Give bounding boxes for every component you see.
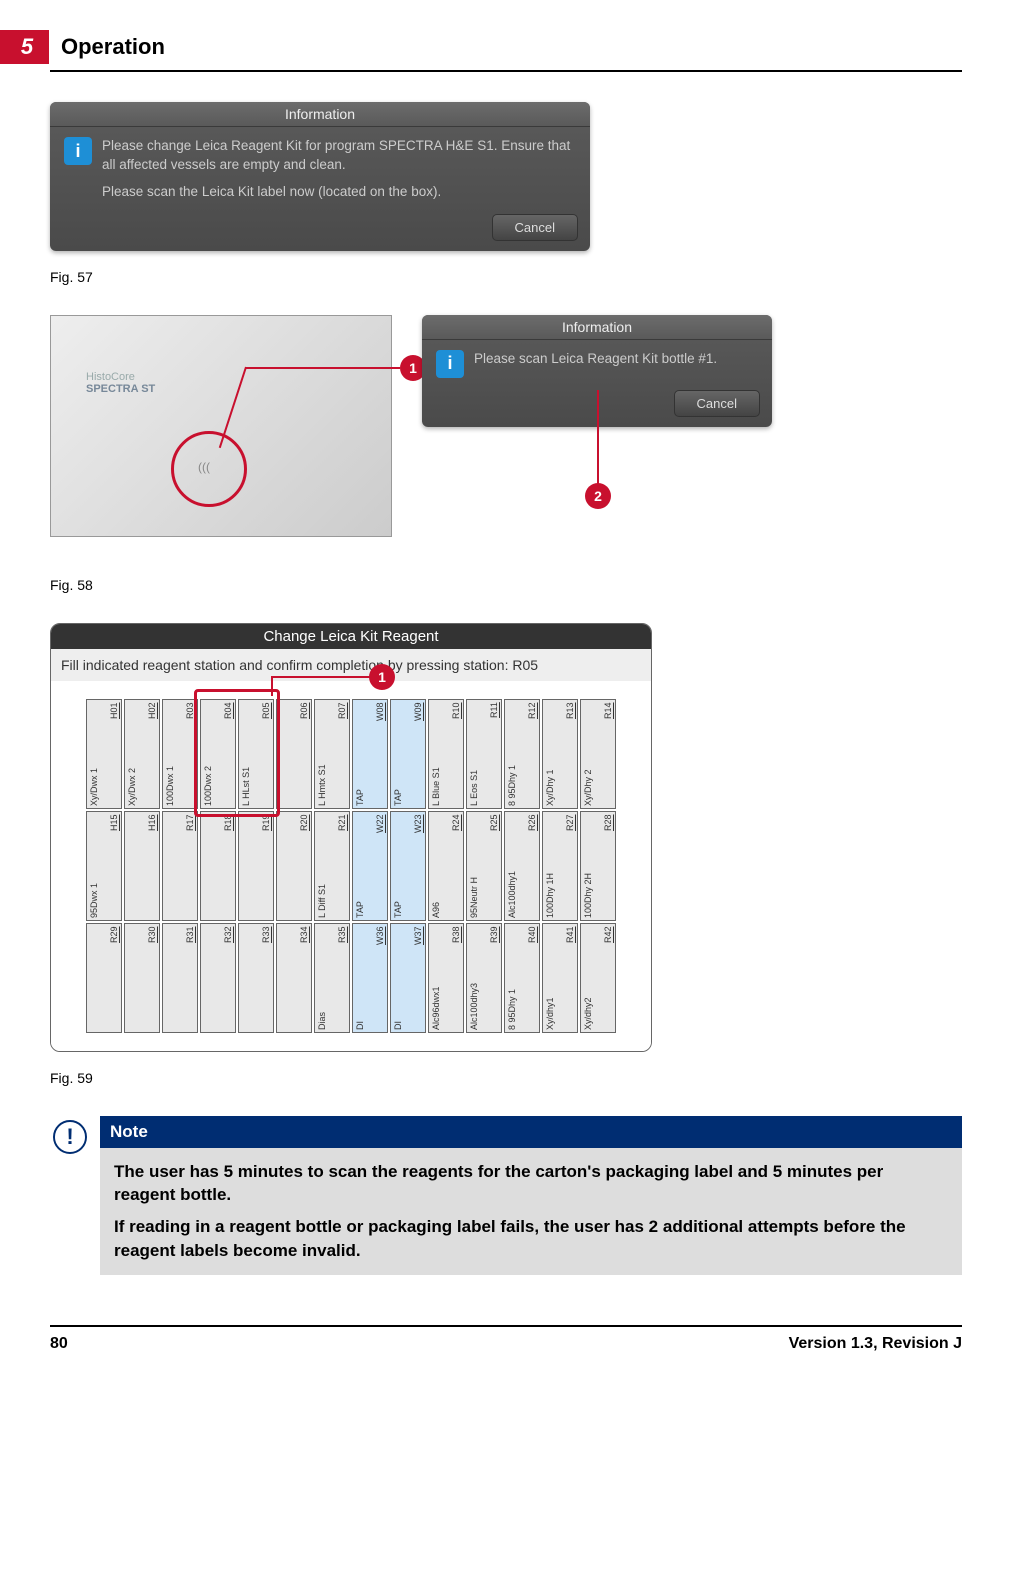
fig58-row: HistoCore SPECTRA ST ((( 1 Information i…: [50, 315, 962, 537]
station-R33[interactable]: R33: [238, 923, 274, 1033]
station-R27[interactable]: 100Dhy 1HR27: [542, 811, 578, 921]
note-body: The user has 5 minutes to scan the reage…: [100, 1148, 962, 1275]
station-grid: Xy/Dwx 1H0195Dwx 1H15R29Xy/Dwx 2H02H16R3…: [51, 681, 651, 1051]
device-brand-label: HistoCore SPECTRA ST: [86, 371, 155, 395]
station-H15[interactable]: 95Dwx 1H15: [86, 811, 122, 921]
station-W22[interactable]: TAPW22: [352, 811, 388, 921]
note-block: ! Note The user has 5 minutes to scan th…: [50, 1116, 962, 1275]
version-label: Version 1.3, Revision J: [789, 1335, 962, 1353]
fig57-caption: Fig. 57: [50, 269, 962, 285]
station-R30[interactable]: R30: [124, 923, 160, 1033]
station-R34[interactable]: R34: [276, 923, 312, 1033]
fig59-caption: Fig. 59: [50, 1070, 962, 1086]
info-icon: i: [64, 137, 92, 165]
page-footer: 80 Version 1.3, Revision J: [50, 1325, 962, 1353]
station-R26[interactable]: Alc100dhy1R26: [504, 811, 540, 921]
station-W08[interactable]: TAPW08: [352, 699, 388, 809]
fig57-dialog: Information i Please change Leica Reagen…: [50, 102, 590, 251]
dialog-text: Please scan Leica Reagent Kit bottle #1.: [474, 350, 717, 378]
note-icon: !: [53, 1120, 87, 1154]
leader-line-fig59: [271, 676, 371, 678]
station-R31[interactable]: R31: [162, 923, 198, 1033]
dialog-line2: Please scan the Leica Kit label now (loc…: [102, 183, 576, 202]
station-R17[interactable]: R17: [162, 811, 198, 921]
station-R14[interactable]: Xy/Dhy 2R14: [580, 699, 616, 809]
leader-line-1: [245, 367, 400, 369]
station-R35[interactable]: DiasR35: [314, 923, 350, 1033]
station-R38[interactable]: Alc96dwx1R38: [428, 923, 464, 1033]
cancel-button[interactable]: Cancel: [674, 390, 760, 417]
station-R18[interactable]: R18: [200, 811, 236, 921]
station-R03[interactable]: 100Dwx 1R03: [162, 699, 198, 809]
station-R32[interactable]: R32: [200, 923, 236, 1033]
note-p2: If reading in a reagent bottle or packag…: [114, 1215, 948, 1263]
station-R20[interactable]: R20: [276, 811, 312, 921]
station-R25[interactable]: 95Neutr HR25: [466, 811, 502, 921]
station-H02[interactable]: Xy/Dwx 2H02: [124, 699, 160, 809]
device-photo: HistoCore SPECTRA ST (((: [50, 315, 392, 537]
callout-badge-2: 2: [585, 483, 611, 509]
reagent-panel-title: Change Leica Kit Reagent: [51, 624, 651, 649]
station-R12[interactable]: 8 95Dhy 1R12: [504, 699, 540, 809]
station-R41[interactable]: Xy/dhy1R41: [542, 923, 578, 1033]
station-H01[interactable]: Xy/Dwx 1H01: [86, 699, 122, 809]
station-R29[interactable]: R29: [86, 923, 122, 1033]
page-header: 5 Operation: [50, 30, 962, 72]
rfid-scanner-circle: (((: [171, 431, 247, 507]
station-R10[interactable]: L Blue S1R10: [428, 699, 464, 809]
station-R21[interactable]: L Diff S1R21: [314, 811, 350, 921]
rfid-icon: (((: [198, 460, 210, 474]
chapter-title: Operation: [61, 34, 165, 60]
info-icon: i: [436, 350, 464, 378]
station-W37[interactable]: DIW37: [390, 923, 426, 1033]
dialog-title: Information: [50, 102, 590, 127]
callout-badge-fig59: 1: [369, 664, 395, 690]
reagent-panel: Change Leica Kit Reagent Fill indicated …: [50, 623, 652, 1052]
station-R05[interactable]: L HLst S1R05: [238, 699, 274, 809]
station-R28[interactable]: 100Dhy 2HR28: [580, 811, 616, 921]
note-p1: The user has 5 minutes to scan the reage…: [114, 1160, 948, 1208]
dialog-line1: Please change Leica Reagent Kit for prog…: [102, 137, 576, 175]
station-R39[interactable]: Alc100dhy3R39: [466, 923, 502, 1033]
station-H16[interactable]: H16: [124, 811, 160, 921]
station-W23[interactable]: TAPW23: [390, 811, 426, 921]
station-R42[interactable]: Xy/dhy2R42: [580, 923, 616, 1033]
cancel-button[interactable]: Cancel: [492, 214, 578, 241]
leader-line-2: [597, 390, 599, 485]
station-R24[interactable]: A96R24: [428, 811, 464, 921]
leader-line-fig59b: [271, 676, 273, 696]
dialog-text: Please change Leica Reagent Kit for prog…: [102, 137, 576, 202]
station-W09[interactable]: TAPW09: [390, 699, 426, 809]
station-R13[interactable]: Xy/Dhy 1R13: [542, 699, 578, 809]
station-R07[interactable]: L Hmtx S1R07: [314, 699, 350, 809]
station-R11[interactable]: L Eos S1R11: [466, 699, 502, 809]
page-number: 80: [50, 1335, 68, 1353]
station-W36[interactable]: DIW36: [352, 923, 388, 1033]
station-R40[interactable]: 8 95Dhy 1R40: [504, 923, 540, 1033]
station-R04[interactable]: 100Dwx 2R04: [200, 699, 236, 809]
dialog-title: Information: [422, 315, 772, 340]
station-R06[interactable]: R06: [276, 699, 312, 809]
fig58-caption: Fig. 58: [50, 577, 962, 593]
note-title: Note: [100, 1116, 962, 1148]
station-R19[interactable]: R19: [238, 811, 274, 921]
chapter-number-badge: 5: [0, 30, 49, 64]
